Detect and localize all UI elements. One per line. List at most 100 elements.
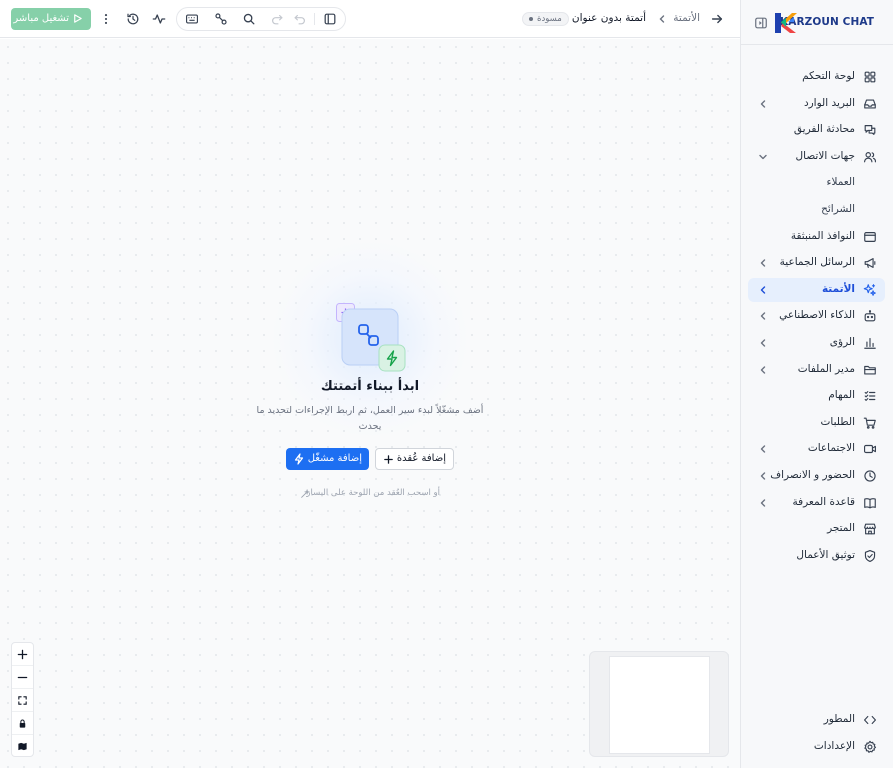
keyboard-icon[interactable] (185, 12, 199, 26)
sidebar-item-attendance[interactable]: الحضور و الانصراف (748, 464, 885, 488)
sidebar-item-label: البريد الوارد (803, 96, 855, 109)
sidebar-item-contacts[interactable]: جهات الاتصال (748, 145, 885, 169)
book-icon (863, 496, 877, 510)
chevron-left-icon[interactable] (758, 471, 768, 481)
connections-icon[interactable] (214, 12, 228, 26)
automation-title[interactable]: أتمتة بدون عنوان (572, 12, 646, 24)
redo-icon[interactable] (270, 12, 284, 26)
sidebar-item-broadcasts[interactable]: الرسائل الجماعية (748, 251, 885, 275)
undo-icon[interactable] (293, 12, 307, 26)
toolbar-divider (314, 13, 315, 25)
editor-toolbar (176, 7, 346, 31)
minimap[interactable] (589, 651, 729, 757)
drag-hint: أو اسحب العُقد من اللوحة على اليسار (300, 487, 440, 501)
sidebar-item-label: النوافذ المنبثقة (790, 229, 855, 242)
sidebar-item-dashboard[interactable]: لوحة التحكم (748, 65, 885, 89)
brand-logo-icon (772, 10, 798, 36)
chevron-left-icon[interactable] (758, 444, 768, 454)
sidebar-item-customers[interactable]: العملاء (748, 171, 885, 195)
zoom-controls (11, 642, 34, 757)
back-arrow-icon[interactable] (710, 12, 724, 26)
sidebar-item-label: مدير الملفات (797, 362, 855, 375)
chevron-left-icon[interactable] (758, 285, 768, 295)
sidebar-item-tasks[interactable]: المهام (748, 384, 885, 408)
chevron-down-icon[interactable] (758, 152, 768, 162)
sidebar-item-file-manager[interactable]: مدير الملفات (748, 358, 885, 382)
sidebar-item-label: العملاء (826, 176, 855, 189)
empty-state-description: أضف مشغّلاً لبدء سير العمل، ثم اربط الإج… (256, 405, 484, 432)
chevron-left-icon[interactable] (758, 338, 768, 348)
sidebar-item-label: المطور (823, 713, 855, 725)
run-live-button[interactable]: تشغيل مباشر (11, 8, 91, 30)
chevron-left-icon[interactable] (758, 311, 768, 321)
sidebar-item-label: الطلبات (820, 415, 855, 428)
sidebar-item-developer[interactable]: المطور (748, 708, 885, 732)
sidebar-item-inbox[interactable]: البريد الوارد (748, 92, 885, 116)
sidebar-item-settings[interactable]: الإعدادات (748, 735, 885, 759)
sidebar-item-label: المهام (828, 389, 855, 402)
sidebar-item-business-verify[interactable]: توثيق الأعمال (748, 544, 885, 568)
sidebar-item-ai[interactable]: الذكاء الاصطناعي (748, 304, 885, 328)
sidebar-item-label: لوحة التحكم (802, 70, 855, 82)
more-vertical-icon[interactable] (99, 12, 113, 26)
history-icon[interactable] (126, 12, 140, 26)
activity-icon[interactable] (152, 12, 166, 26)
empty-state-title: ابدأ ببناء أتمتتك (320, 379, 420, 394)
code-icon (863, 713, 877, 727)
chevron-left-icon (657, 14, 667, 24)
grid-icon (863, 70, 877, 84)
play-icon (72, 13, 83, 24)
drag-hint-text: أو اسحب العُقد من اللوحة على اليسار (306, 488, 440, 498)
sidebar-item-meetings[interactable]: الاجتماعات (748, 437, 885, 461)
sidebar-item-label: قاعدة المعرفة (792, 495, 855, 508)
sidebar-item-store[interactable]: المتجر (748, 517, 885, 541)
zoom-in-icon[interactable] (12, 643, 33, 666)
zoom-out-icon[interactable] (12, 666, 33, 689)
chevron-left-icon[interactable] (758, 258, 768, 268)
map-icon[interactable] (12, 735, 33, 758)
lock-icon[interactable] (12, 712, 33, 735)
breadcrumb-root[interactable]: الأتمتة (673, 12, 700, 24)
status-dot (529, 17, 533, 21)
bot-icon (863, 309, 877, 323)
search-icon[interactable] (242, 12, 256, 26)
workflow-illustration-icon (336, 303, 408, 375)
fit-view-icon[interactable] (12, 689, 33, 712)
minimap-viewport[interactable] (609, 656, 710, 754)
sidebar-item-automation[interactable]: الأتمتة (748, 277, 885, 302)
plus-icon (383, 454, 394, 465)
add-trigger-button[interactable]: إضافة مشغّل (286, 448, 369, 470)
sidebar-item-segments[interactable]: الشرائح (748, 198, 885, 222)
checklist-icon (863, 389, 877, 403)
sidebar-item-team-chat[interactable]: محادثة الفريق (748, 118, 885, 142)
video-icon (863, 442, 877, 456)
workflow-canvas[interactable]: ابدأ ببناء أتمتتك أضف مشغّلاً لبدء سير ا… (0, 39, 740, 768)
shield-check-icon (863, 549, 877, 563)
chat-icon (863, 123, 877, 137)
bar-chart-icon (863, 336, 877, 350)
sidebar-item-popups[interactable]: النوافذ المنبثقة (748, 225, 885, 249)
sidebar-item-insights[interactable]: الرؤى (748, 331, 885, 355)
gear-icon (863, 740, 877, 754)
brand: KARZOUN CHAT (750, 9, 883, 37)
sidebar-item-orders[interactable]: الطلبات (748, 411, 885, 435)
folder-icon (863, 363, 877, 377)
window-icon (863, 230, 877, 244)
chevron-left-icon[interactable] (758, 498, 768, 508)
cart-icon (863, 416, 877, 430)
chevron-left-icon[interactable] (758, 99, 768, 109)
sidebar-item-label: محادثة الفريق (793, 123, 855, 136)
chevron-left-icon[interactable] (758, 365, 768, 375)
status-badge: مسودة (522, 12, 569, 26)
sidebar-item-label: جهات الاتصال (795, 149, 855, 162)
sidebar-item-label: الحضور و الانصراف (770, 469, 855, 481)
collapse-sidebar-icon[interactable] (754, 16, 768, 30)
sidebar-item-label: الاجتماعات (807, 442, 855, 455)
add-node-label: إضافة عُقدة (396, 453, 446, 464)
add-trigger-label: إضافة مشغّل (307, 453, 362, 464)
sidebar-item-label: توثيق الأعمال (796, 548, 855, 561)
add-node-button[interactable]: إضافة عُقدة (375, 448, 454, 470)
panel-icon[interactable] (323, 12, 337, 26)
sidebar-item-knowledge-base[interactable]: قاعدة المعرفة (748, 491, 885, 515)
sidebar-item-label: الأتمتة (821, 282, 855, 295)
